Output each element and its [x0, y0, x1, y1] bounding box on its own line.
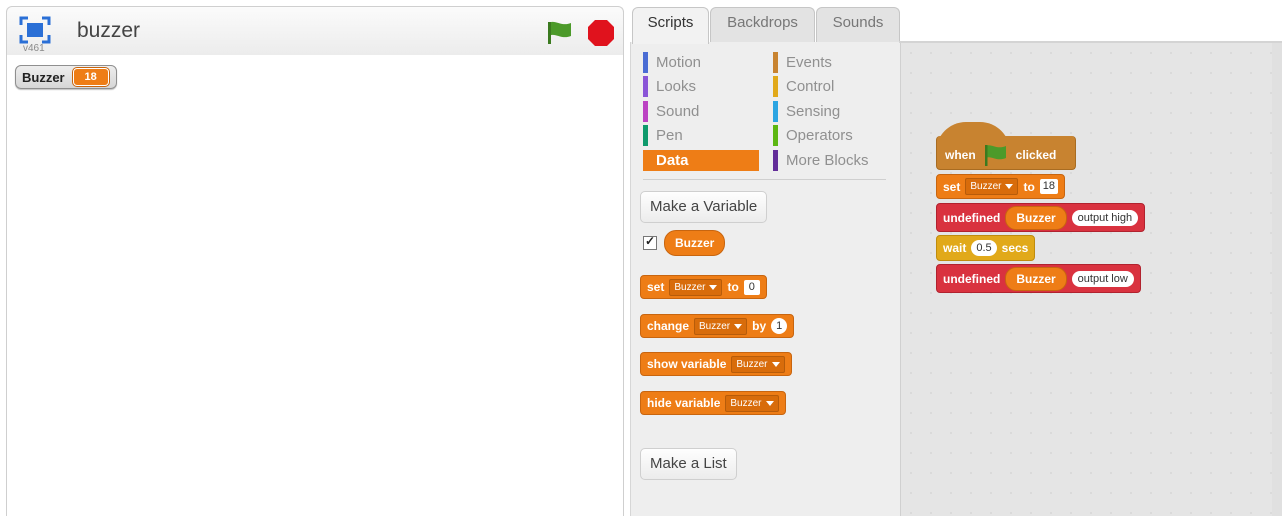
value-input[interactable]: 1 — [771, 318, 788, 334]
category-color-bar — [773, 52, 778, 73]
version-label: v461 — [23, 43, 45, 54]
variable-monitor[interactable]: Buzzer 18 — [15, 65, 117, 89]
block-label: to — [727, 280, 739, 294]
dropdown-value: Buzzer — [730, 397, 762, 409]
category-color-bar — [643, 150, 648, 171]
category-data[interactable]: Data — [643, 150, 759, 171]
block-label: when — [945, 147, 976, 162]
string-input[interactable]: output low — [1071, 270, 1134, 287]
string-input[interactable]: output high — [1071, 209, 1139, 226]
reporter-label: Buzzer — [1016, 271, 1056, 286]
tab-scripts[interactable]: Scripts — [632, 7, 709, 44]
block-label: undefined — [943, 271, 1001, 286]
dropdown-value: Buzzer — [674, 281, 706, 293]
category-label: Looks — [656, 78, 697, 95]
scripts-scrollbar[interactable] — [1272, 43, 1282, 516]
block-palette: Motion Looks Sound Pen Data Events Contr… — [630, 42, 900, 516]
fullscreen-button[interactable] — [19, 16, 51, 44]
block-label: set — [943, 179, 961, 194]
green-flag-button[interactable] — [545, 19, 577, 45]
category-label: Operators — [786, 127, 853, 144]
variable-reporter-label: Buzzer — [675, 236, 715, 250]
stage-panel: v461 buzzer Buzzer 18 — [6, 6, 624, 516]
category-label: Control — [786, 78, 835, 95]
stop-button[interactable] — [587, 19, 615, 47]
variable-dropdown[interactable]: Buzzer — [669, 278, 723, 296]
block-label: wait — [943, 241, 967, 255]
script-custom-block-high[interactable]: undefined Buzzer output high — [936, 203, 1146, 232]
category-color-bar — [643, 76, 648, 97]
category-label: More Blocks — [786, 152, 869, 169]
category-color-bar — [643, 125, 648, 146]
variable-reporter-block[interactable]: Buzzer — [664, 230, 726, 256]
variable-dropdown[interactable]: Buzzer — [965, 178, 1019, 195]
category-color-bar — [773, 150, 778, 171]
dropdown-value: Buzzer — [736, 358, 768, 370]
block-label: to — [1023, 179, 1035, 194]
script-wait-block[interactable]: wait 0.5 secs — [936, 235, 1036, 261]
block-label: secs — [1001, 241, 1029, 255]
block-label: hide variable — [647, 396, 721, 410]
block-label: change — [647, 319, 690, 333]
script-set-variable-block[interactable]: set Buzzer to 18 — [936, 174, 1066, 199]
tab-backdrops[interactable]: Backdrops — [710, 7, 815, 42]
when-flag-clicked-block[interactable]: when clicked — [936, 122, 1076, 172]
category-label: Events — [786, 54, 832, 71]
show-variable-block[interactable]: show variable Buzzer — [640, 352, 792, 376]
variable-monitor-value: 18 — [72, 68, 109, 86]
fullscreen-icon — [19, 16, 51, 44]
tab-sounds[interactable]: Sounds — [816, 7, 900, 42]
stop-icon — [588, 20, 614, 46]
block-label: show variable — [647, 357, 727, 371]
dropdown-value: Buzzer — [699, 320, 731, 332]
category-color-bar — [643, 101, 648, 122]
value-input[interactable]: 0.5 — [971, 240, 997, 256]
make-variable-button[interactable]: Make a Variable — [640, 191, 768, 223]
variable-dropdown[interactable]: Buzzer — [725, 394, 779, 412]
block-label: clicked — [1015, 147, 1057, 162]
reporter-label: Buzzer — [1016, 210, 1056, 225]
block-label: set — [647, 280, 665, 294]
category-color-bar — [643, 52, 648, 73]
category-color-bar — [773, 76, 778, 97]
stage-header: v461 buzzer — [6, 6, 624, 56]
set-variable-block[interactable]: set Buzzer to 0 — [640, 275, 767, 299]
dropdown-value: Buzzer — [970, 181, 1002, 192]
variable-reporter[interactable]: Buzzer — [1005, 205, 1067, 230]
category-label: Pen — [656, 127, 683, 144]
block-label: by — [752, 319, 767, 333]
green-flag-icon — [984, 144, 1006, 166]
project-title: buzzer — [77, 19, 141, 42]
variable-dropdown[interactable]: Buzzer — [731, 355, 785, 373]
green-flag-icon — [548, 21, 571, 44]
make-list-button[interactable]: Make a List — [640, 448, 737, 480]
palette-divider — [643, 179, 886, 180]
value-input[interactable]: 0 — [743, 279, 760, 295]
variable-show-checkbox[interactable] — [643, 234, 657, 250]
value-input[interactable]: 18 — [1039, 179, 1059, 194]
variable-reporter[interactable]: Buzzer — [1005, 266, 1067, 291]
block-label: undefined — [943, 210, 1001, 225]
category-color-bar — [773, 125, 778, 146]
category-label: Sound — [656, 103, 700, 120]
hat-body: when clicked — [936, 136, 1076, 170]
script-custom-block-low[interactable]: undefined Buzzer output low — [936, 264, 1141, 293]
change-variable-block[interactable]: change Buzzer by 1 — [640, 314, 795, 338]
variable-dropdown[interactable]: Buzzer — [694, 317, 748, 335]
hide-variable-block[interactable]: hide variable Buzzer — [640, 391, 786, 415]
category-label: Sensing — [786, 103, 841, 120]
variable-monitor-label: Buzzer — [22, 69, 65, 85]
category-label: Data — [656, 152, 689, 169]
stage-canvas[interactable]: Buzzer 18 — [6, 55, 624, 516]
category-color-bar — [773, 101, 778, 122]
category-label: Motion — [656, 54, 702, 71]
